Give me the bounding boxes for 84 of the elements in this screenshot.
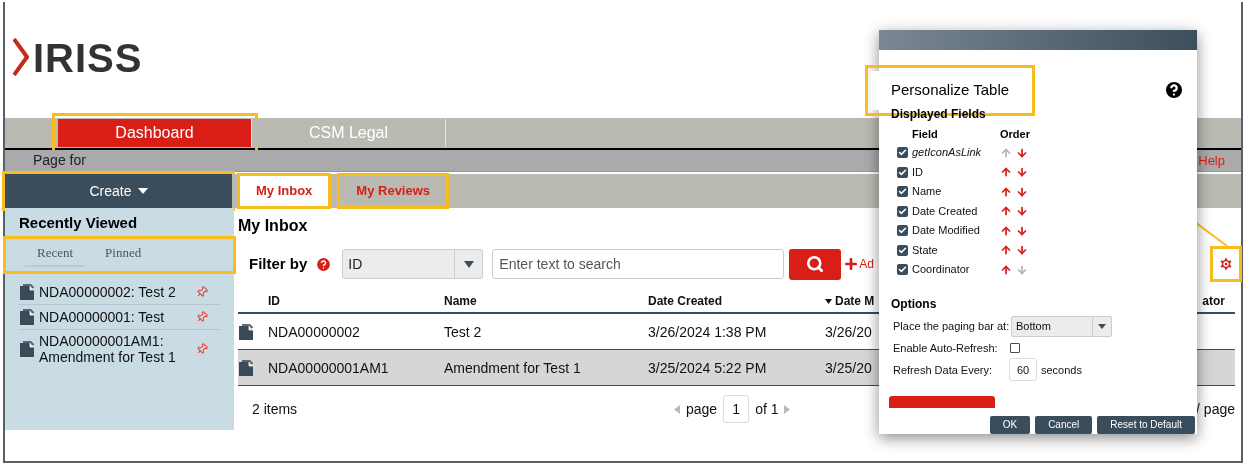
move-down-icon[interactable] <box>1016 205 1028 218</box>
field-label: Date Modified <box>912 223 981 239</box>
field-checkbox[interactable] <box>897 186 908 198</box>
page-for-label: Page for <box>33 151 86 170</box>
chevron-icon <box>13 38 29 76</box>
field-checkbox[interactable] <box>897 264 908 276</box>
table-cell: 3/26/20 <box>825 323 872 340</box>
field-checkbox[interactable] <box>897 244 908 256</box>
table-cell: NDA00000002 <box>268 323 360 340</box>
field-label: Date Created <box>912 204 979 219</box>
table-cell: 3/25/2024 5:22 PM <box>648 359 767 376</box>
sidebar-title: Recently Viewed <box>18 213 139 233</box>
column-header[interactable]: Date Created <box>648 292 723 310</box>
move-down-icon[interactable] <box>1016 244 1028 257</box>
table-cell: 3/26/2024 1:38 PM <box>648 323 767 340</box>
move-up-icon[interactable] <box>1000 244 1012 257</box>
unit-label: seconds <box>1041 362 1082 378</box>
dialog-button[interactable]: OK <box>989 416 1031 434</box>
move-down-icon[interactable] <box>1016 166 1028 179</box>
content-tab[interactable]: My Inbox <box>240 176 329 206</box>
page-number-field[interactable]: 1 <box>723 395 750 423</box>
search-field[interactable]: Enter text to search <box>492 249 785 279</box>
field-label: Coordinator <box>912 262 971 278</box>
document-icon <box>19 283 37 301</box>
plus-icon <box>843 256 860 272</box>
sidebar-tab[interactable]: Recent <box>25 243 86 267</box>
column-header[interactable]: Name <box>444 292 477 310</box>
caret-down-icon <box>1098 324 1106 330</box>
auto-refresh-checkbox[interactable] <box>1010 342 1020 353</box>
filter-select[interactable]: ID <box>342 249 484 279</box>
move-up-icon[interactable] <box>1000 263 1012 276</box>
logo-text: IRISS <box>33 38 143 78</box>
filter-label: Filter by <box>249 253 308 274</box>
column-header[interactable]: ID <box>268 292 280 310</box>
settings-icon[interactable] <box>1218 256 1234 272</box>
document-icon <box>19 308 37 326</box>
field-checkbox[interactable] <box>897 225 908 237</box>
sidebar-tab[interactable]: Pinned <box>93 243 154 267</box>
page-label: page <box>686 399 718 419</box>
document-icon <box>19 340 37 358</box>
move-up-icon[interactable] <box>1000 166 1012 179</box>
move-up-icon[interactable] <box>1000 205 1012 218</box>
move-up-icon[interactable] <box>1000 224 1012 237</box>
sort-down-icon <box>825 298 832 304</box>
column-header: Field <box>912 127 939 143</box>
column-header[interactable]: ator <box>1202 292 1225 310</box>
field-checkbox[interactable] <box>897 205 908 217</box>
dialog-button[interactable]: Reset to Default <box>1097 416 1195 434</box>
page-total: of 1 <box>755 399 779 419</box>
column-header: Order <box>1000 127 1030 143</box>
refresh-interval-field[interactable]: 60 <box>1009 358 1037 382</box>
document-icon <box>238 358 256 377</box>
recent-item-link[interactable]: NDA00000001AM1: Amendment for Test 1 <box>39 333 194 365</box>
add-link[interactable]: Ad <box>843 255 875 273</box>
table-cell: Amendment for Test 1 <box>444 359 581 376</box>
search-button[interactable] <box>789 248 842 280</box>
move-up-icon[interactable] <box>1000 185 1012 198</box>
field-label: Name <box>912 184 943 200</box>
inbox-title: My Inbox <box>238 216 308 236</box>
search-icon <box>806 255 825 273</box>
move-down-icon[interactable] <box>1016 224 1028 237</box>
field-label: State <box>912 243 939 258</box>
field-checkbox[interactable] <box>897 147 908 159</box>
item-count: 2 items <box>252 399 299 419</box>
option-label: Refresh Data Every: <box>893 362 994 378</box>
recent-item-link[interactable]: NDA00000002: Test 2 <box>39 284 194 300</box>
table-cell: NDA00000001AM1 <box>268 359 389 376</box>
column-header[interactable]: Date M <box>825 292 875 310</box>
caret-down-icon <box>137 188 148 194</box>
option-label: Place the paging bar at: <box>893 319 1011 335</box>
document-icon <box>238 322 256 341</box>
recent-item-link[interactable]: NDA00000001: Test <box>39 309 194 325</box>
move-down-icon[interactable] <box>1016 146 1028 159</box>
paging-select[interactable]: Bottom <box>1011 316 1112 338</box>
dialog-button[interactable]: Cancel <box>1035 416 1093 434</box>
table-cell: 3/25/20 <box>825 359 872 376</box>
section-title: Options <box>890 296 938 314</box>
create-button[interactable]: Create <box>5 174 232 208</box>
move-down-icon[interactable] <box>1016 185 1028 198</box>
field-label: ID <box>912 165 924 180</box>
caret-down-icon <box>463 260 474 268</box>
field-label: getIconAsLink <box>912 145 983 161</box>
table-cell: Test 2 <box>444 323 482 340</box>
field-checkbox[interactable] <box>897 166 908 178</box>
